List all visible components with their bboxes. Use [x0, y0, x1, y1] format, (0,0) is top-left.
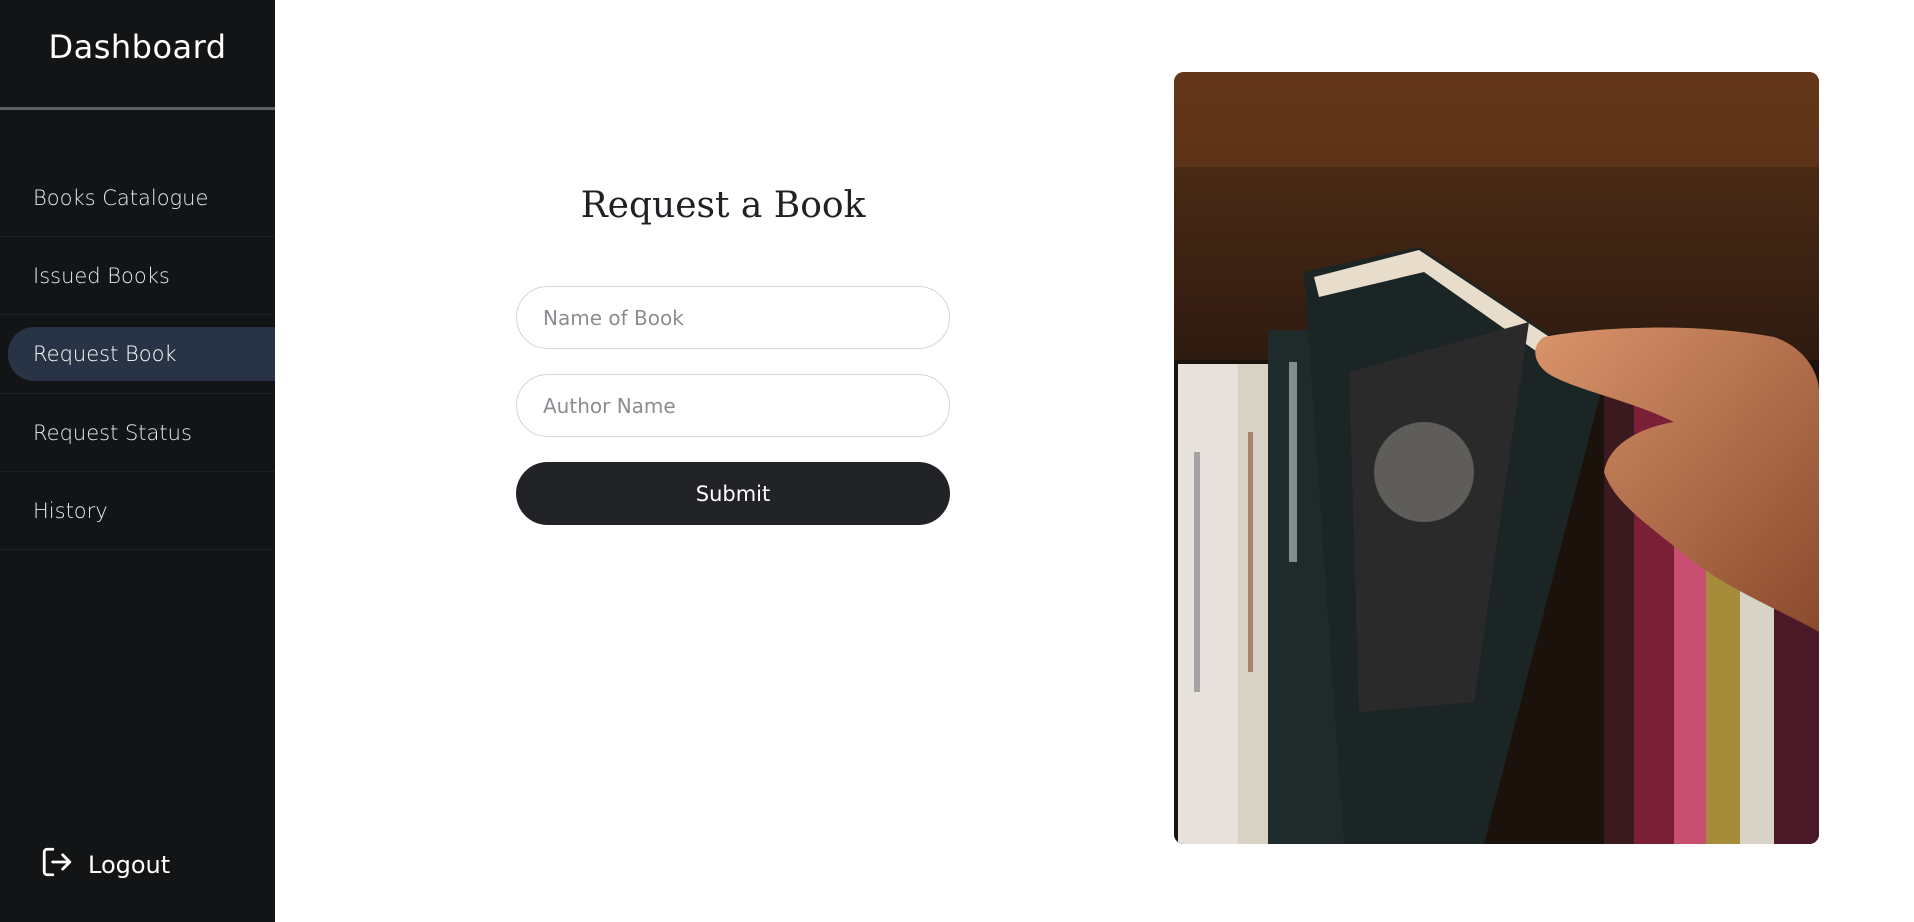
request-book-form: Request a Book Submit	[516, 185, 950, 525]
logout-label: Logout	[88, 851, 171, 879]
author-name-input[interactable]	[516, 374, 950, 437]
book-name-input[interactable]	[516, 286, 950, 349]
logout-button[interactable]: Logout	[40, 845, 170, 885]
sidebar-brand: Dashboard	[0, 0, 275, 110]
sidebar-nav: Books Catalogue Issued Books Request Boo…	[0, 159, 275, 550]
submit-button[interactable]: Submit	[516, 462, 950, 525]
sidebar-item-request-status[interactable]: Request Status	[0, 394, 275, 472]
sidebar: Dashboard Books Catalogue Issued Books R…	[0, 0, 275, 922]
sidebar-item-books-catalogue[interactable]: Books Catalogue	[0, 159, 275, 237]
sidebar-item-history[interactable]: History	[0, 472, 275, 550]
logout-icon	[40, 845, 74, 885]
bookshelf-photo	[1174, 72, 1819, 844]
page-title: Request a Book	[580, 185, 866, 226]
sidebar-item-issued-books[interactable]: Issued Books	[0, 237, 275, 315]
sidebar-item-request-book[interactable]: Request Book	[8, 327, 275, 381]
